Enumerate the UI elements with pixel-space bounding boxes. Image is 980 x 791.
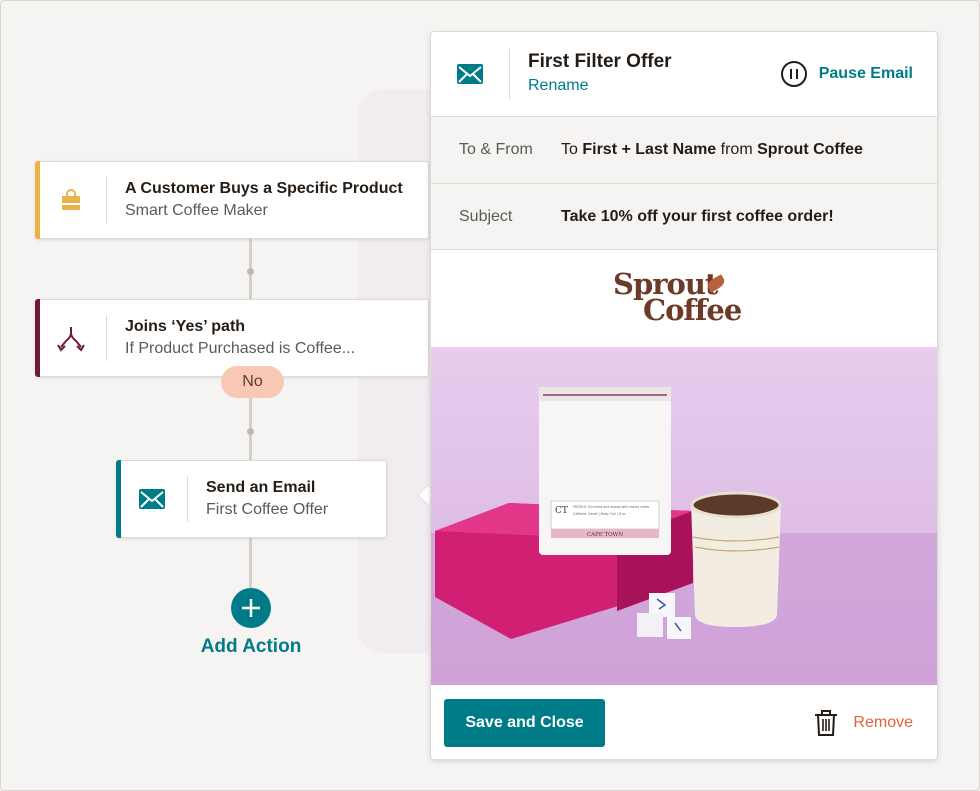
email-title: First Filter Offer	[528, 51, 672, 72]
svg-text:CT: CT	[555, 506, 568, 516]
plus-icon	[242, 599, 260, 617]
connector-line	[249, 537, 252, 589]
to-from-value: To First + Last Name from Sprout Coffee	[561, 141, 863, 158]
branch-card[interactable]: Joins ‘Yes’ path If Product Purchased is…	[35, 299, 429, 377]
email-editor-panel: First Filter Offer Rename Pause Email To…	[430, 31, 938, 760]
no-path-pill[interactable]: No	[221, 366, 284, 398]
send-email-card[interactable]: Send an Email First Coffee Offer	[116, 460, 387, 538]
svg-text:PROFILE: Enriched and woody wi: PROFILE: Enriched and woody with honey n…	[573, 505, 650, 509]
branch-subtitle: If Product Purchased is Coffee...	[125, 340, 356, 357]
subject-row[interactable]: Subject Take 10% off your first coffee o…	[431, 183, 937, 250]
add-action-label[interactable]: Add Action	[180, 636, 322, 658]
coffee-photo: CT PROFILE: Enriched and woody with hone…	[431, 347, 937, 685]
to-from-label: To & From	[459, 141, 533, 158]
email-logo-area: Sprout Coffee	[431, 249, 937, 347]
remove-button[interactable]: Remove	[813, 709, 913, 737]
to-from-row[interactable]: To & From To First + Last Name from Spro…	[431, 116, 937, 183]
trigger-card[interactable]: A Customer Buys a Specific Product Smart…	[35, 161, 429, 239]
panel-footer: Save and Close Remove	[431, 685, 937, 759]
remove-label: Remove	[853, 714, 913, 731]
envelope-icon	[117, 461, 187, 537]
email-hero-image: CT PROFILE: Enriched and woody with hone…	[431, 347, 937, 685]
save-and-close-button[interactable]: Save and Close	[444, 699, 605, 747]
rename-link[interactable]: Rename	[528, 74, 781, 98]
svg-text:CAPE TOWN: CAPE TOWN	[587, 532, 623, 538]
trash-icon	[815, 710, 838, 736]
shopping-bag-icon	[36, 162, 106, 238]
pause-icon	[780, 61, 807, 87]
trigger-title: A Customer Buys a Specific Product	[125, 180, 403, 197]
card-accent	[116, 460, 121, 538]
pause-email-button[interactable]: Pause Email	[780, 61, 937, 87]
email-step-subtitle: First Coffee Offer	[206, 501, 329, 518]
logo-line-2: Coffee	[643, 293, 742, 327]
subject-value: Take 10% off your first coffee order!	[561, 208, 834, 225]
card-accent	[35, 299, 40, 377]
envelope-icon	[431, 62, 509, 86]
pause-email-label: Pause Email	[818, 65, 913, 82]
card-accent	[35, 161, 40, 239]
trigger-subtitle: Smart Coffee Maker	[125, 202, 268, 219]
subject-label: Subject	[459, 208, 513, 225]
branch-title: Joins ‘Yes’ path	[125, 318, 246, 335]
add-action-button[interactable]	[231, 588, 271, 628]
email-step-title: Send an Email	[206, 479, 316, 496]
svg-text:Caffeine: Decaf | Body: Full |: Caffeine: Decaf | Body: Full | 8 oz	[573, 512, 626, 516]
connector-dot	[247, 268, 254, 275]
connector-dot	[247, 428, 254, 435]
split-path-icon	[36, 300, 106, 376]
panel-header: First Filter Offer Rename Pause Email	[431, 32, 937, 116]
